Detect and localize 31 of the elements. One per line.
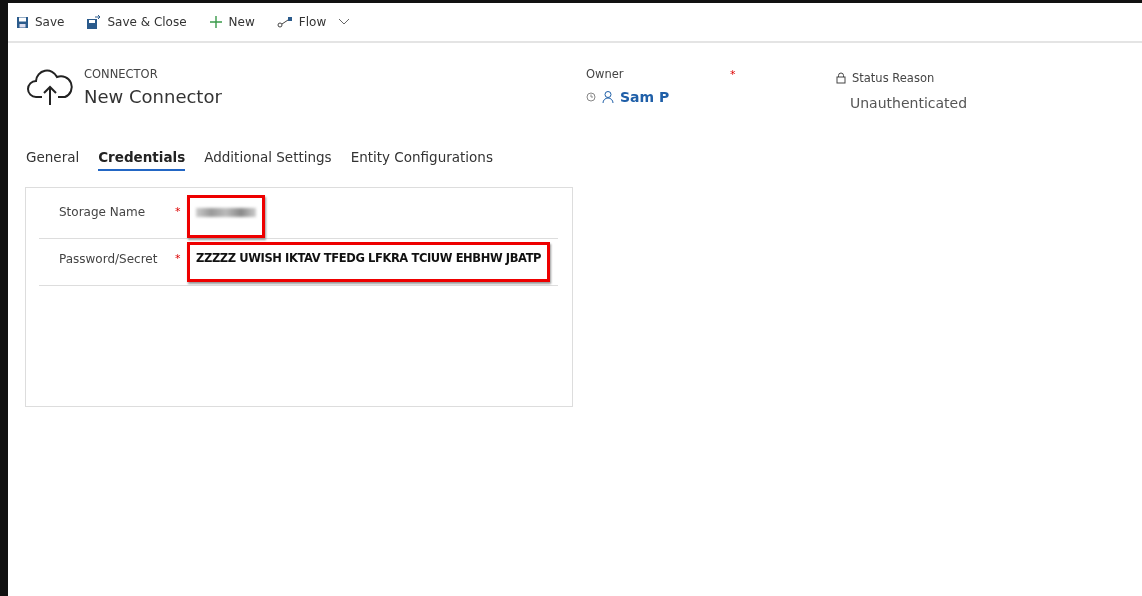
lock-icon <box>836 72 846 84</box>
input-field[interactable]: ZZZZZ UWISH IKTAV TFEDG LFKRA TCIUW EHBHW JBATP <box>187 242 551 282</box>
record-title: New Connector <box>84 86 222 107</box>
field-label: Password/Secret <box>58 251 159 266</box>
clock-icon <box>586 92 596 102</box>
flow-icon <box>276 16 293 28</box>
tab[interactable]: Credentials <box>98 149 186 171</box>
required-mark: * <box>175 251 182 265</box>
plus-icon <box>208 15 223 29</box>
save-icon <box>16 15 29 29</box>
save-close-button[interactable]: Save & Close <box>86 14 187 30</box>
flow-button[interactable]: Flow <box>276 15 327 29</box>
status-value: Unauthenticated <box>850 95 968 111</box>
required-mark: * <box>175 204 182 218</box>
tab[interactable]: Additional Settings <box>204 149 332 171</box>
entity-type: CONNECTOR <box>84 67 159 81</box>
save-button[interactable]: Save <box>16 15 65 29</box>
field-label: Storage Name <box>58 204 147 219</box>
new-button[interactable]: New <box>208 15 255 29</box>
redacted-text <box>196 208 256 217</box>
cloud-upload-icon <box>26 67 74 107</box>
owner-label: Owner <box>586 67 625 81</box>
person-icon <box>602 90 614 104</box>
tab[interactable]: General <box>26 149 80 171</box>
tab[interactable]: Entity Configurations <box>350 149 493 171</box>
input-field[interactable] <box>187 195 265 238</box>
chevron-down-icon[interactable] <box>338 18 351 26</box>
save-icon <box>86 14 102 30</box>
owner-link[interactable]: Sam P <box>620 89 670 105</box>
required-mark: * <box>730 67 736 81</box>
status-label: Status Reason <box>852 71 935 85</box>
